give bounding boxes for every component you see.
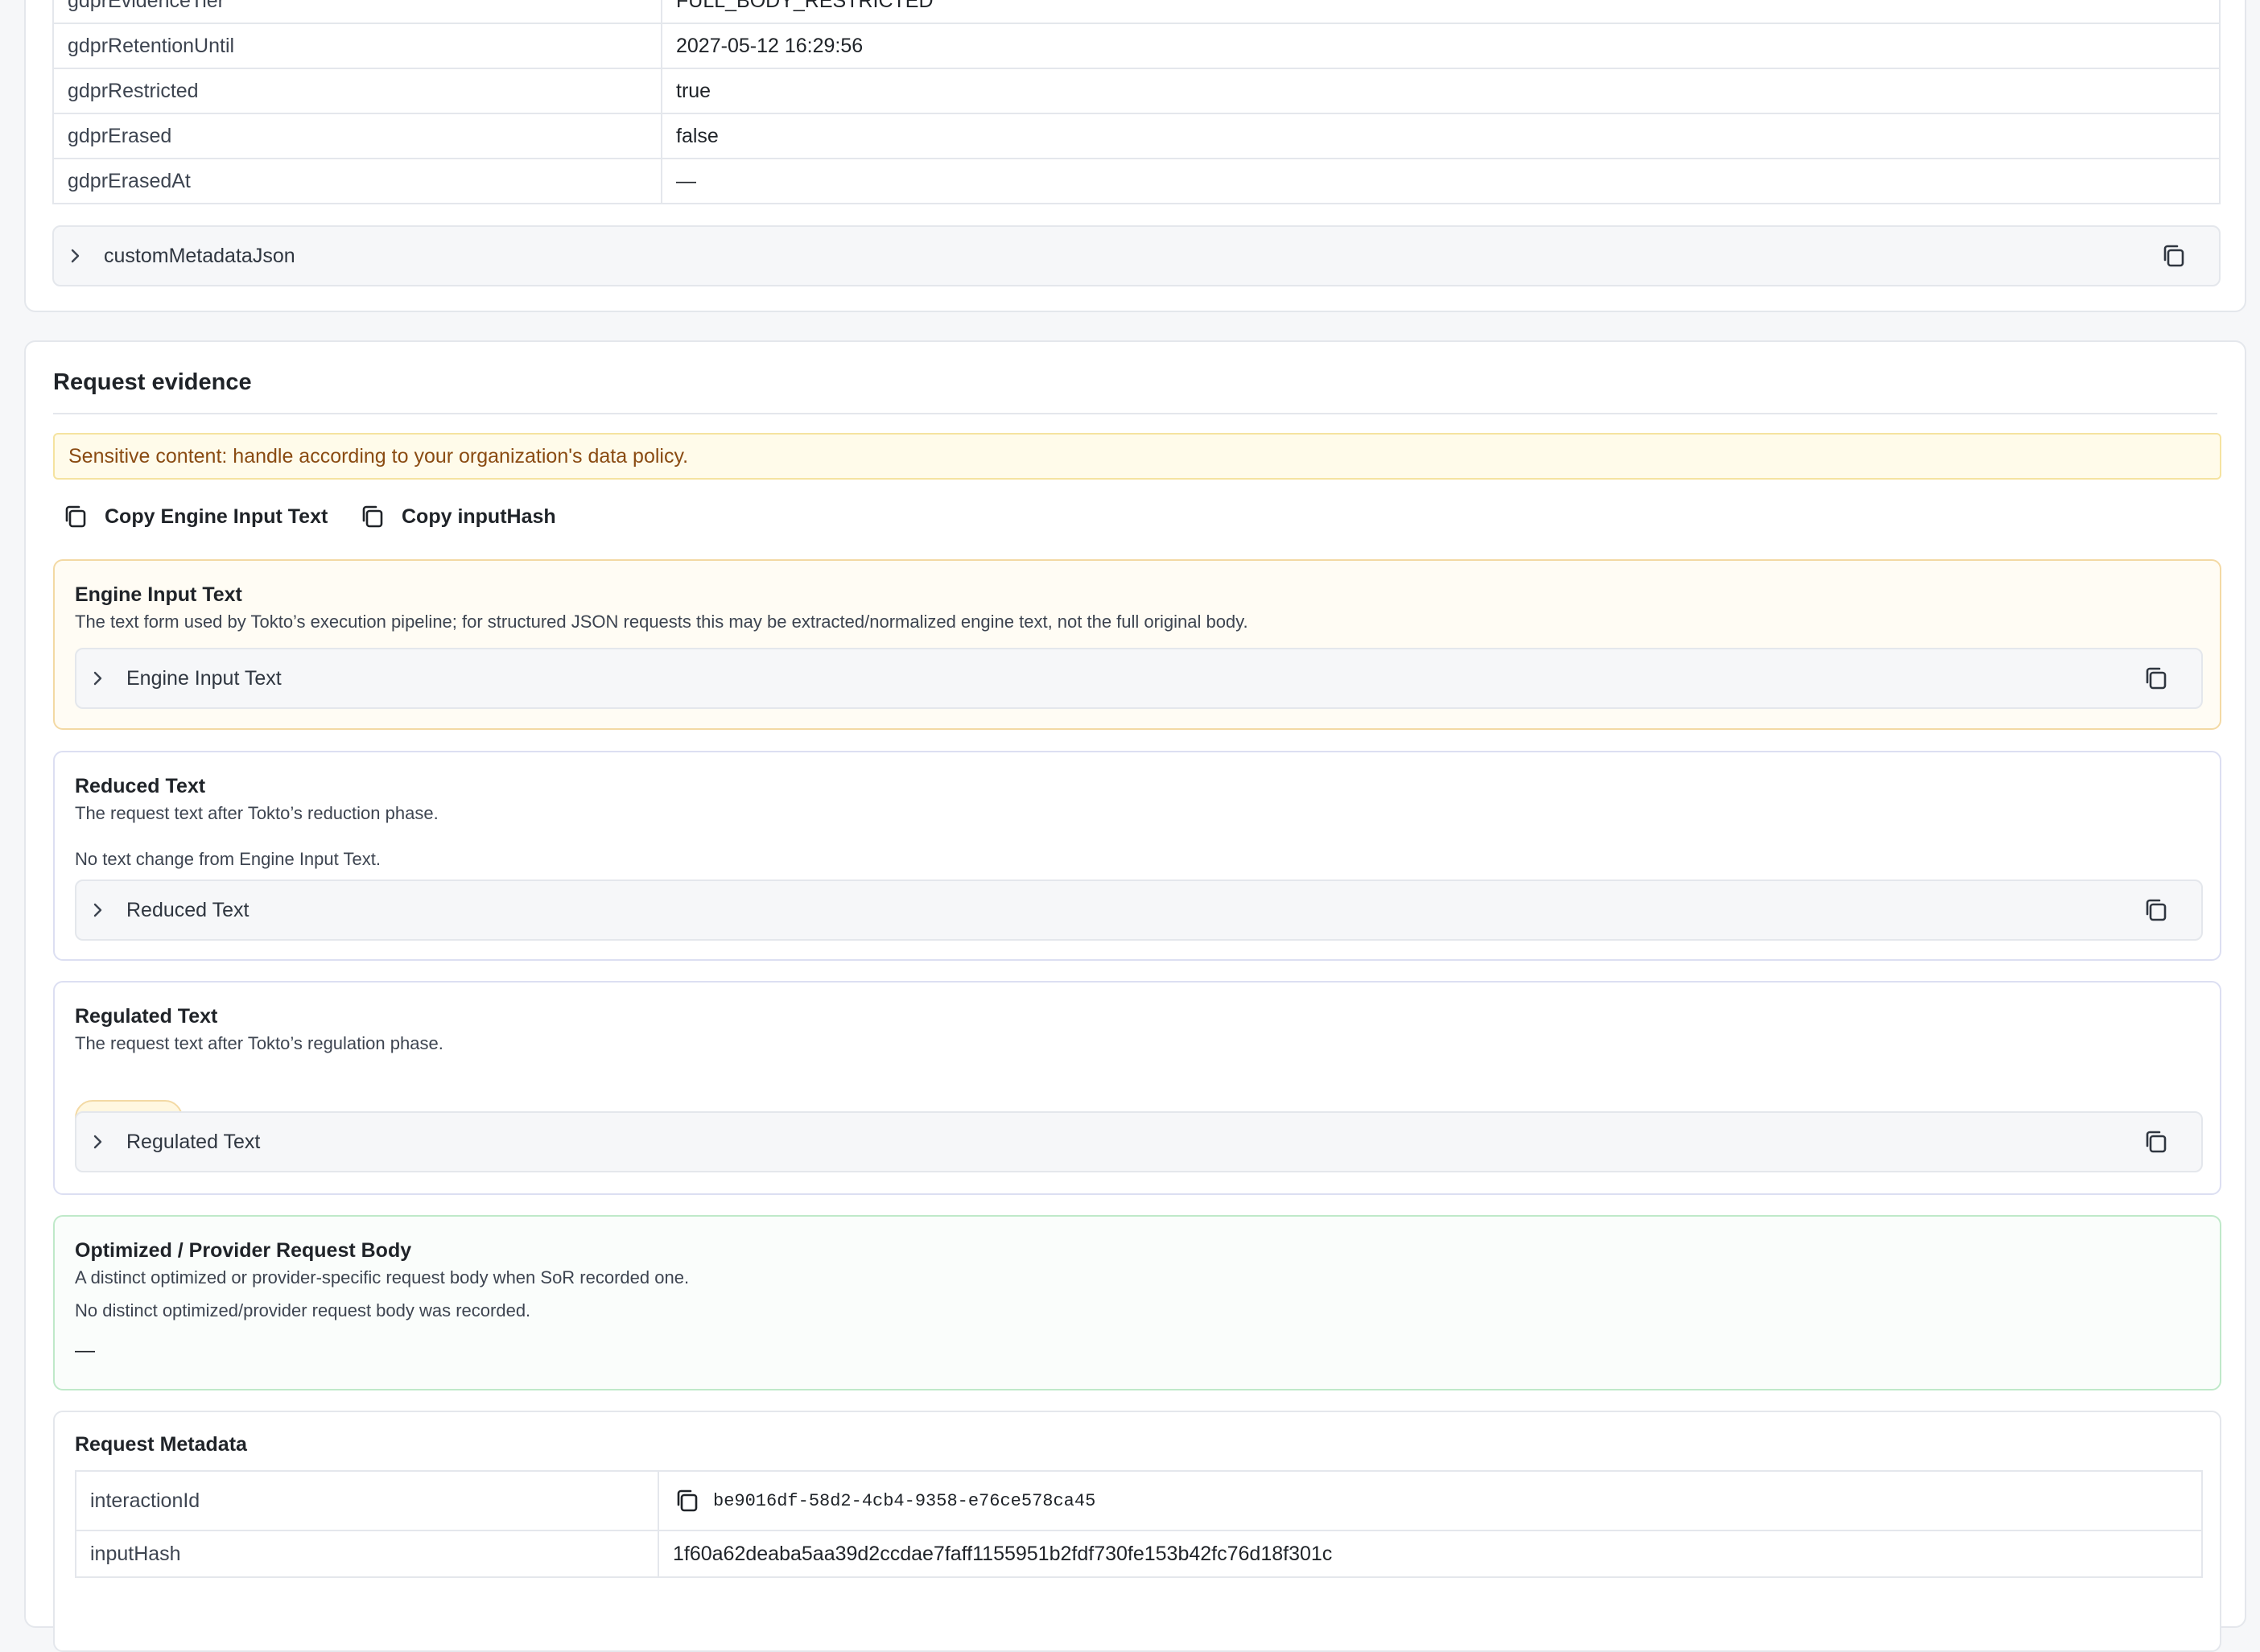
panel-description: The request text after Tokto’s reduction… — [75, 803, 439, 823]
panel-description: A distinct optimized or provider-specifi… — [75, 1267, 690, 1287]
copy-icon[interactable] — [2159, 241, 2188, 270]
row-key: gdprErasedAt — [52, 158, 662, 204]
gdpr-card: gdprEvidenceTier FULL_BODY_RESTRICTED gd… — [24, 0, 2246, 312]
table-row: gdprRetentionUntil 2027-05-12 16:29:56 — [52, 23, 2221, 69]
panel-title: Engine Input Text — [75, 583, 242, 606]
row-value: true — [661, 68, 2221, 114]
divider — [53, 413, 2217, 414]
copy-icon[interactable] — [673, 1486, 702, 1515]
panel-description: The text form used by Tokto’s execution … — [75, 612, 1248, 632]
panel-title: Request Metadata — [75, 1433, 247, 1456]
engine-input-panel: Engine Input Text The text form used by … — [53, 559, 2221, 730]
copy-icon[interactable] — [2142, 1127, 2171, 1156]
chevron-right-icon — [70, 248, 86, 264]
collapsible-label: Reduced Text — [126, 898, 250, 921]
table-row: gdprErased false — [52, 113, 2221, 159]
button-label: Copy Engine Input Text — [105, 505, 328, 528]
section-title: Request evidence — [53, 369, 252, 395]
row-value: 2027-05-12 16:29:56 — [661, 23, 2221, 69]
panel-note: No distinct optimized/provider request b… — [75, 1300, 531, 1320]
request-metadata-panel: Request Metadata interactionId be9016df-… — [53, 1411, 2221, 1652]
table-row: inputHash 1f60a62deaba5aa39d2ccdae7faff1… — [75, 1530, 2203, 1578]
table-row: gdprEvidenceTier FULL_BODY_RESTRICTED — [52, 0, 2221, 24]
reduced-text-panel: Reduced Text The request text after Tokt… — [53, 751, 2221, 961]
table-row: interactionId be9016df-58d2-4cb4-9358-e7… — [75, 1470, 2203, 1531]
panel-title: Regulated Text — [75, 1005, 218, 1028]
row-value: be9016df-58d2-4cb4-9358-e76ce578ca45 — [658, 1470, 2203, 1531]
copy-icon — [358, 502, 387, 531]
table-row: gdprErasedAt — — [52, 158, 2221, 204]
panel-description: The request text after Tokto’s regulatio… — [75, 1033, 443, 1053]
copy-input-hash-button[interactable]: Copy inputHash — [358, 501, 556, 533]
empty-value: — — [75, 1339, 95, 1362]
reduced-text-collapsible[interactable]: Reduced Text — [75, 880, 2203, 941]
interaction-id-value: be9016df-58d2-4cb4-9358-e76ce578ca45 — [713, 1490, 1096, 1511]
regulated-text-collapsible[interactable]: Regulated Text — [75, 1111, 2203, 1172]
copy-icon[interactable] — [2142, 664, 2171, 693]
copy-engine-input-button[interactable]: Copy Engine Input Text — [61, 501, 328, 533]
row-value: false — [661, 113, 2221, 159]
row-value: 1f60a62deaba5aa39d2ccdae7faff1155951b2fd… — [658, 1530, 2203, 1578]
row-key: gdprErased — [52, 113, 662, 159]
table-row: gdprRestricted true — [52, 68, 2221, 114]
regulated-text-panel: Regulated Text The request text after To… — [53, 981, 2221, 1195]
request-evidence-card: Request evidence Sensitive content: hand… — [24, 340, 2246, 1652]
row-value: FULL_BODY_RESTRICTED — [661, 0, 2221, 24]
button-label: Copy inputHash — [402, 505, 556, 528]
row-value: — — [661, 158, 2221, 204]
interaction-id-cell: be9016df-58d2-4cb4-9358-e76ce578ca45 — [673, 1486, 2201, 1515]
panel-title: Reduced Text — [75, 775, 206, 797]
sensitive-warning-banner: Sensitive content: handle according to y… — [53, 433, 2221, 480]
panel-note: No text change from Engine Input Text. — [75, 849, 381, 869]
custom-metadata-collapsible[interactable]: customMetadataJson — [52, 225, 2221, 286]
row-key: gdprRestricted — [52, 68, 662, 114]
row-key: gdprEvidenceTier — [52, 0, 662, 24]
row-key: interactionId — [75, 1470, 659, 1531]
engine-input-collapsible[interactable]: Engine Input Text — [75, 648, 2203, 709]
row-key: inputHash — [75, 1530, 659, 1578]
row-key: gdprRetentionUntil — [52, 23, 662, 69]
chevron-right-icon — [93, 902, 109, 918]
chevron-right-icon — [93, 1134, 109, 1150]
gdpr-table: gdprEvidenceTier FULL_BODY_RESTRICTED gd… — [52, 0, 2221, 204]
collapsible-label: Regulated Text — [126, 1130, 261, 1153]
optimized-body-panel: Optimized / Provider Request Body A dist… — [53, 1215, 2221, 1390]
copy-icon[interactable] — [2142, 896, 2171, 925]
copy-icon — [61, 502, 90, 531]
collapsible-label: Engine Input Text — [126, 666, 282, 690]
panel-title: Optimized / Provider Request Body — [75, 1239, 412, 1262]
metadata-table: interactionId be9016df-58d2-4cb4-9358-e7… — [75, 1470, 2203, 1578]
collapsible-label: customMetadataJson — [104, 244, 295, 267]
chevron-right-icon — [93, 670, 109, 686]
